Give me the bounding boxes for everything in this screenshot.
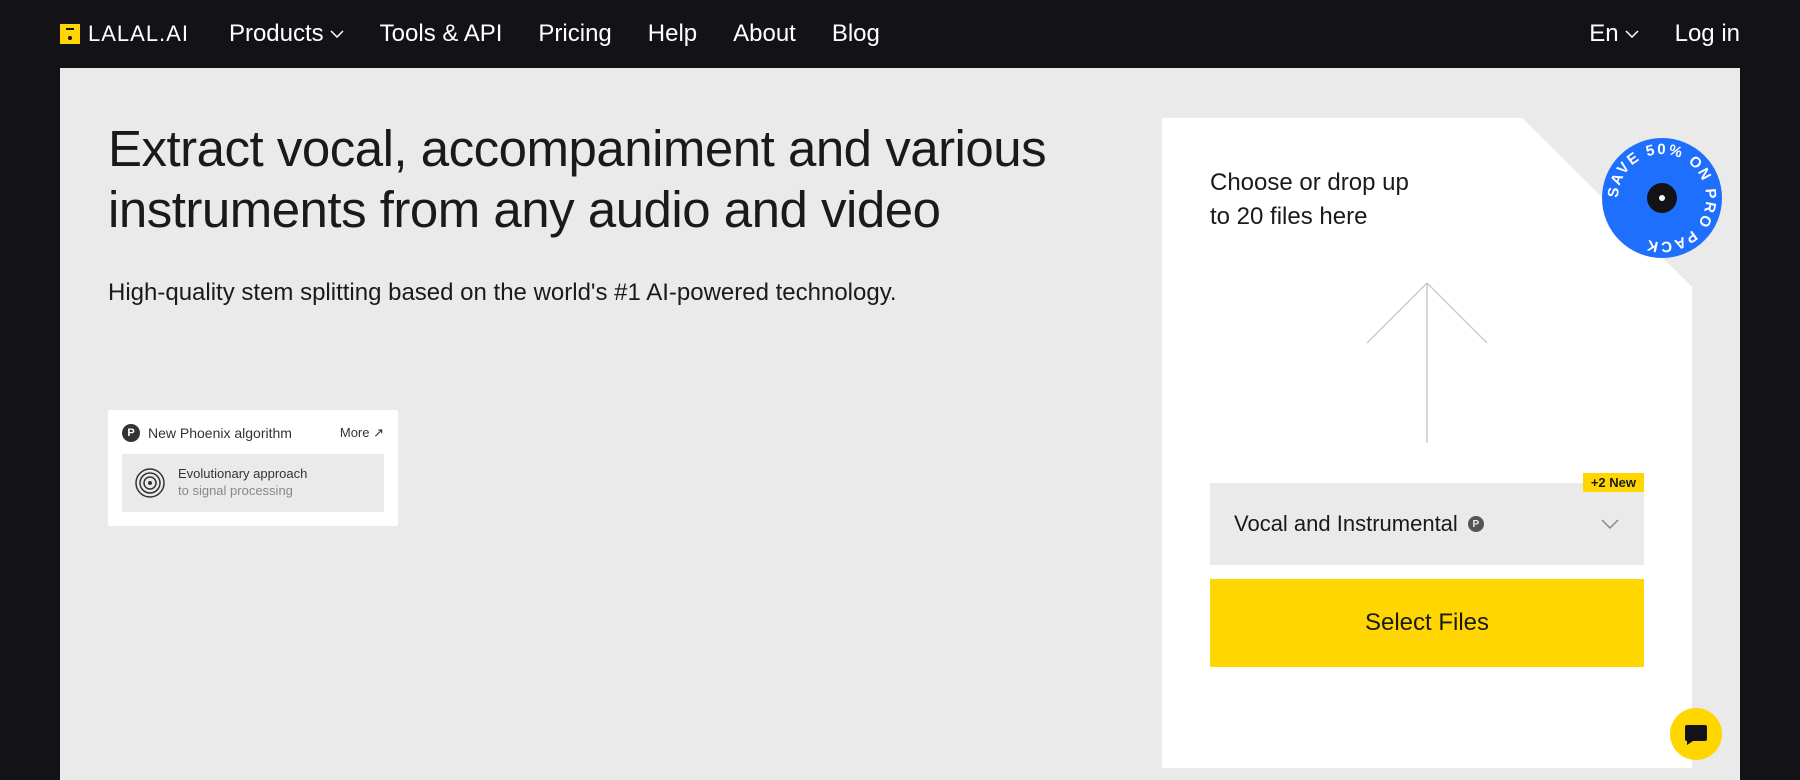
chevron-down-icon	[1625, 30, 1639, 38]
language-label: En	[1589, 20, 1618, 48]
promo-badge[interactable]: SAVE 50% ON PRO PACK	[1602, 138, 1722, 258]
hero-section: Extract vocal, accompaniment and various…	[108, 118, 1162, 780]
header-right: En Log in	[1589, 20, 1740, 48]
stem-type-select[interactable]: Vocal and Instrumental P	[1210, 483, 1644, 565]
nav-products[interactable]: Products	[229, 20, 344, 48]
nav-blog[interactable]: Blog	[832, 20, 880, 48]
chevron-down-icon	[1600, 518, 1620, 530]
logo[interactable]: LALAL.AI	[60, 21, 189, 47]
nav-help[interactable]: Help	[648, 20, 697, 48]
record-icon	[1647, 183, 1677, 213]
login-link[interactable]: Log in	[1675, 20, 1740, 48]
chevron-down-icon	[330, 30, 344, 38]
info-line2: to signal processing	[178, 483, 307, 500]
phoenix-info-card: P New Phoenix algorithm More ↗ Evolution…	[108, 410, 398, 526]
info-card-more-link[interactable]: More ↗	[340, 425, 384, 441]
stem-select-wrap: +2 New Vocal and Instrumental P	[1210, 483, 1644, 565]
upload-prompt: Choose or drop up to 20 files here	[1210, 166, 1430, 233]
main-content: Extract vocal, accompaniment and various…	[60, 68, 1740, 780]
info-card-title: New Phoenix algorithm	[148, 425, 292, 441]
logo-text: LALAL.AI	[88, 21, 189, 47]
stem-selected-text: Vocal and Instrumental	[1234, 511, 1458, 537]
select-files-button[interactable]: Select Files	[1210, 579, 1644, 667]
spiral-icon	[134, 467, 166, 499]
info-card-header: P New Phoenix algorithm More ↗	[122, 424, 384, 442]
nav-pricing[interactable]: Pricing	[538, 20, 611, 48]
chat-button[interactable]	[1670, 708, 1722, 760]
chat-icon	[1683, 721, 1709, 747]
language-selector[interactable]: En	[1589, 20, 1638, 48]
info-card-body: Evolutionary approach to signal processi…	[122, 454, 384, 512]
nav-about[interactable]: About	[733, 20, 796, 48]
nav-products-label: Products	[229, 20, 324, 48]
upload-arrow-icon	[1337, 273, 1517, 453]
main-nav: Products Tools & API Pricing Help About …	[229, 20, 1589, 48]
new-badge: +2 New	[1583, 473, 1644, 492]
hero-subhead: High-quality stem splitting based on the…	[108, 276, 1082, 310]
upload-area: Choose or drop up to 20 files here +2 Ne…	[1162, 118, 1692, 780]
nav-tools[interactable]: Tools & API	[380, 20, 503, 48]
phoenix-icon: P	[122, 424, 140, 442]
info-line1: Evolutionary approach	[178, 466, 307, 483]
logo-icon	[60, 24, 80, 44]
header: LALAL.AI Products Tools & API Pricing He…	[0, 0, 1800, 68]
stem-select-label: Vocal and Instrumental P	[1234, 511, 1484, 537]
hero-headline: Extract vocal, accompaniment and various…	[108, 118, 1082, 240]
phoenix-icon: P	[1468, 516, 1484, 532]
info-card-body-text: Evolutionary approach to signal processi…	[178, 466, 307, 500]
